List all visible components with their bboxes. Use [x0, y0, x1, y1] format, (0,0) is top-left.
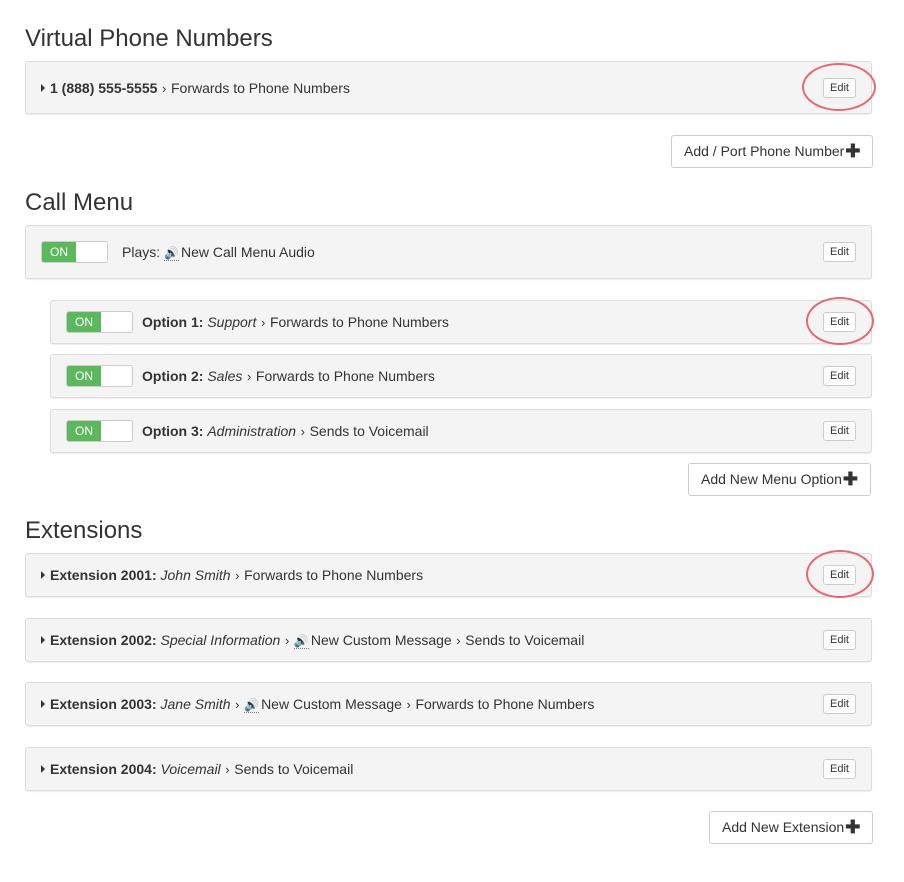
edit-button[interactable]: Edit [823, 242, 856, 262]
section-title-extensions: Extensions [25, 517, 143, 544]
option-toggle[interactable]: ON [66, 420, 133, 442]
section-title-call-menu: Call Menu [25, 189, 134, 216]
edit-button[interactable]: Edit [823, 77, 856, 98]
chevron-right-icon: › [231, 697, 244, 712]
add-new-extension-button[interactable]: Add New Extension✚ [709, 811, 874, 844]
caret-right-icon[interactable] [41, 83, 45, 92]
extension-row[interactable]: Extension 2004: Voicemail › Sends to Voi… [25, 747, 872, 791]
speaker-icon[interactable]: 🔊 [164, 246, 179, 261]
caret-right-icon[interactable] [41, 636, 45, 644]
chevron-right-icon: › [158, 80, 170, 96]
phone-number: 1 (888) 555-5555 [50, 79, 158, 96]
chevron-right-icon: › [452, 633, 465, 648]
caret-right-icon[interactable] [41, 765, 45, 773]
caret-right-icon[interactable] [41, 571, 45, 579]
menu-option-row[interactable]: ON Option 2: Sales › Forwards to Phone N… [50, 354, 872, 398]
chevron-right-icon: › [297, 424, 309, 439]
plus-icon: ✚ [842, 469, 858, 489]
add-port-phone-number-button[interactable]: Add / Port Phone Number✚ [671, 135, 874, 168]
option-toggle[interactable]: ON [66, 311, 133, 333]
menu-option-row[interactable]: ON Option 1: Support › Forwards to Phone… [50, 300, 872, 344]
edit-button[interactable]: Edit [823, 366, 856, 386]
edit-button[interactable]: Edit [823, 630, 856, 650]
chevron-right-icon: › [231, 568, 244, 583]
extension-row[interactable]: Extension 2002: Special Information › 🔊 N… [25, 618, 872, 662]
caret-right-icon[interactable] [41, 700, 45, 708]
chevron-right-icon: › [281, 633, 293, 648]
edit-button[interactable]: Edit [823, 694, 856, 714]
plus-icon: ✚ [845, 817, 861, 837]
section-title-virtual-numbers: Virtual Phone Numbers [25, 25, 273, 52]
audio-name: New Call Menu Audio [180, 244, 315, 260]
speaker-icon[interactable]: 🔊 [293, 634, 309, 649]
virtual-number-row[interactable]: 1 (888) 555-5555 › Forwards to Phone Num… [25, 61, 872, 114]
edit-button[interactable]: Edit [823, 565, 856, 585]
edit-button[interactable]: Edit [823, 312, 856, 332]
extension-row[interactable]: Extension 2001: John Smith › Forwards to… [25, 553, 872, 597]
option-toggle[interactable]: ON [66, 365, 133, 387]
plus-icon: ✚ [845, 141, 861, 161]
chevron-right-icon: › [243, 369, 255, 384]
destination: Forwards to Phone Numbers [170, 79, 350, 96]
chevron-right-icon: › [221, 762, 234, 777]
call-menu-main-row[interactable]: ON Plays: 🔊 New Call Menu Audio Edit [25, 225, 872, 279]
edit-button[interactable]: Edit [823, 759, 856, 779]
chevron-right-icon: › [257, 315, 269, 330]
call-menu-toggle[interactable]: ON [41, 241, 108, 263]
speaker-icon[interactable]: 🔊 [244, 698, 260, 713]
edit-button[interactable]: Edit [823, 421, 856, 441]
extension-row[interactable]: Extension 2003: Jane Smith › 🔊 New Custom… [25, 682, 872, 726]
add-menu-option-button[interactable]: Add New Menu Option✚ [688, 463, 871, 496]
menu-option-row[interactable]: ON Option 3: Administration › Sends to V… [50, 409, 872, 453]
chevron-right-icon: › [402, 697, 415, 712]
